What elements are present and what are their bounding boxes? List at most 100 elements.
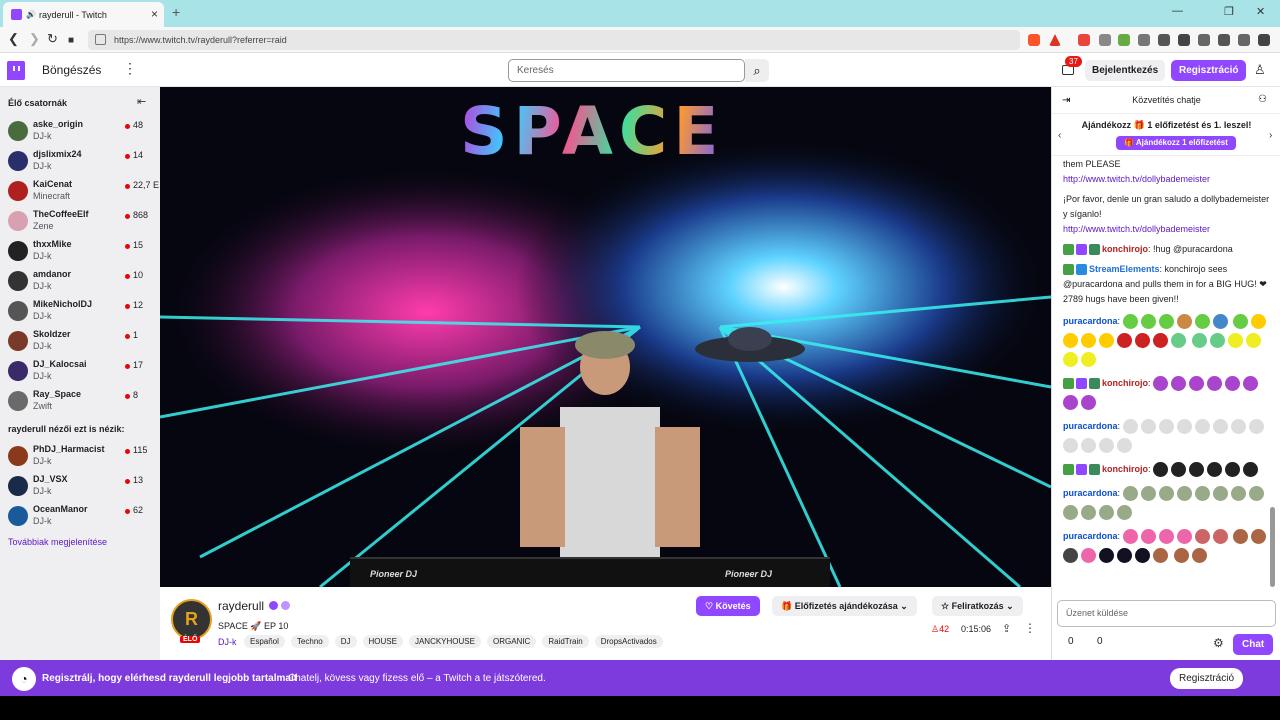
sidebar-channel[interactable]: amdanor DJ-k 10 [0,267,160,297]
chat-username[interactable]: puracardona [1063,531,1118,541]
login-button[interactable]: Bejelentkezés [1085,60,1166,81]
sidebar-channel[interactable]: djslixmix24 DJ-k 14 [0,147,160,177]
channel-points-2[interactable]: 0 [1097,636,1103,647]
chat-username[interactable]: puracardona [1063,488,1118,498]
chat-settings-icon[interactable]: ⚙ [1213,636,1224,650]
sidebar-channel[interactable]: thxxMike DJ-k 15 [0,237,160,267]
emote-icon [1063,505,1078,520]
music-icon[interactable] [1158,34,1170,46]
url-text: https://www.twitch.tv/rayderull?referrer… [114,35,287,45]
arrow-right-icon[interactable]: › [1269,130,1272,141]
minimize-button[interactable]: — [1172,5,1183,17]
vpn-icon[interactable] [1238,34,1250,46]
avatar[interactable]: R [171,599,212,640]
emote-icon [1233,314,1249,329]
menu-icon[interactable] [1258,34,1270,46]
sidebar-channel[interactable]: MikeNicholDJ DJ-k 12 [0,297,160,327]
sidebar-channel[interactable]: Skoldzer DJ-k 1 [0,327,160,357]
chat-username[interactable]: konchirojo [1102,244,1148,254]
back-button[interactable]: ❮ [8,32,19,46]
chat-username[interactable]: puracardona [1063,316,1118,326]
gift-sub-chat-button[interactable]: 🎁 Ajándékozz 1 előfizetést [1116,136,1236,150]
share-icon[interactable]: ⇪ [1002,622,1011,635]
wallet-icon[interactable] [1198,34,1210,46]
sidebar-channel[interactable]: KaiCenat Minecraft 22,7 E [0,177,160,207]
tag[interactable]: DJ [334,635,357,648]
emote-icon [1081,548,1096,563]
shield-icon[interactable] [1099,34,1111,46]
speaker-icon[interactable]: 🔊 [26,10,36,19]
stream-category[interactable]: DJ-k [218,637,237,647]
extension-icon[interactable] [1078,34,1090,46]
follow-button[interactable]: ♡ Követés [696,596,760,616]
sidebar-channel[interactable]: DJ_Kalocsai DJ-k 17 [0,357,160,387]
tag[interactable]: JANCKYHOUSE [408,635,481,648]
tag[interactable]: DropsActivados [594,635,663,648]
channel-points-1[interactable]: 0 [1068,636,1074,647]
live-dot-icon [125,184,130,189]
stream-info: R ÉLŐ rayderull SPACE 🚀 EP 10 DJ-k Españ… [160,587,1051,660]
close-window-button[interactable]: ✕ [1256,5,1265,18]
subscribe-button[interactable]: ☆ Feliratkozás ⌄ [932,596,1023,616]
more-icon[interactable]: ⋮ [123,60,137,77]
chat-send-button[interactable]: Chat [1233,634,1274,655]
signup-button[interactable]: Regisztráció [1171,60,1247,81]
chat-username[interactable]: konchirojo [1102,464,1148,474]
sidebar-channel[interactable]: DJ_VSX DJ-k 13 [0,472,160,502]
sidebar-channel[interactable]: aske_origin DJ-k 48 [0,117,160,147]
chat-scrollbar[interactable] [1270,507,1275,587]
gift-sub-button[interactable]: 🎁 Előfizetés ajándékozása ⌄ [772,596,917,616]
browser-tab[interactable]: 🔊 rayderull - Twitch × [3,2,164,27]
browse-link[interactable]: Böngészés [42,63,101,77]
show-more-link[interactable]: Továbbiak megjelenítése [8,537,107,547]
extension-icon[interactable] [1118,34,1130,46]
site-info-icon[interactable] [95,34,106,45]
emote-icon [1135,548,1150,563]
sidebar-icon[interactable] [1178,34,1190,46]
tag[interactable]: RaidTrain [542,635,589,648]
arrow-left-icon[interactable]: ‹ [1058,130,1061,141]
new-tab-button[interactable]: + [172,4,180,20]
tag[interactable]: HOUSE [362,635,403,648]
chat-username[interactable]: puracardona [1063,421,1118,431]
badge-icon [1063,464,1074,475]
sidebar-channel[interactable]: OceanManor DJ-k 62 [0,502,160,532]
rewards-icon[interactable] [1049,34,1061,46]
user-icon[interactable]: ♙ [1254,62,1266,78]
chat-link[interactable]: http://www.twitch.tv/dollybademeister [1063,224,1210,234]
banner-signup-button[interactable]: Regisztráció [1170,668,1244,689]
bookmark-icon[interactable]: ■ [68,34,74,48]
leo-icon[interactable] [1218,34,1230,46]
sidebar-channel[interactable]: PhDJ_Harmacist DJ-k 115 [0,442,160,472]
chat-username[interactable]: StreamElements [1089,264,1160,274]
chat-header: ⇥ Közvetítés chatje ⚇ [1052,87,1280,114]
search-input[interactable]: Keresés [508,59,745,82]
more-options-icon[interactable]: ⋮ [1024,621,1036,635]
avatar [8,361,28,381]
channel-name: OceanManor [33,504,88,514]
brave-shield-icon[interactable] [1028,34,1040,46]
tab-close-icon[interactable]: × [151,7,158,21]
chat-link[interactable]: http://www.twitch.tv/dollybademeister [1063,174,1210,184]
avatar [8,271,28,291]
viewer-count: 48 [133,120,144,130]
tag[interactable]: Techno [290,635,329,648]
users-icon[interactable]: ⚇ [1258,94,1267,105]
reload-button[interactable]: ↻ [47,32,58,46]
collapse-icon[interactable]: ⇤ [137,95,146,108]
puzzle-icon[interactable] [1138,34,1150,46]
video-player[interactable]: SPACE Pioneer DJ Pioneer DJ [160,87,1051,587]
streamer-name[interactable]: rayderull [218,599,264,613]
emote-icon [1212,419,1228,434]
chat-username[interactable]: konchirojo [1102,378,1148,388]
twitch-logo-icon[interactable] [7,61,25,80]
sidebar-channel[interactable]: Ray_Space Zwift 8 [0,387,160,417]
search-icon[interactable]: ⌕ [745,59,769,82]
tag[interactable]: Español [244,635,285,648]
sidebar-channel[interactable]: TheCoffeeElf Zene 868 [0,207,160,237]
chat-input[interactable]: Üzenet küldése [1057,600,1276,627]
forward-button[interactable]: ❯ [29,32,40,46]
tag[interactable]: ORGANIC [486,635,537,648]
address-bar[interactable]: https://www.twitch.tv/rayderull?referrer… [88,30,1020,50]
maximize-button[interactable]: ❐ [1224,5,1234,18]
